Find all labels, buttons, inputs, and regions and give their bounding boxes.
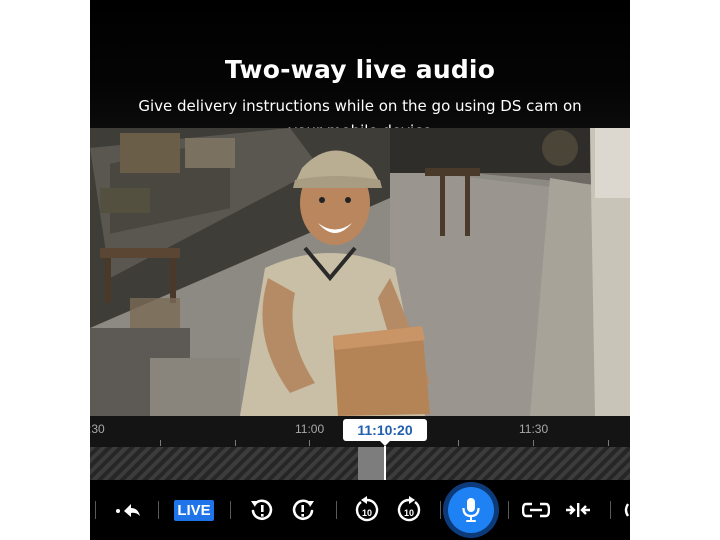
- more-button[interactable]: [622, 495, 630, 525]
- previous-event-button[interactable]: [247, 495, 277, 525]
- divider: [440, 501, 441, 519]
- tick-mark: [309, 440, 310, 446]
- zoom-in-icon: [566, 503, 590, 517]
- tick-mark: [608, 440, 609, 446]
- zoom-out-button[interactable]: [521, 495, 551, 525]
- recorded-segment[interactable]: [358, 447, 385, 480]
- divider: [95, 501, 96, 519]
- more-icon: [624, 503, 630, 517]
- camera-feed-image: [90, 128, 630, 416]
- app-screen: Two-way live audio Give delivery instruc…: [90, 0, 630, 540]
- forward-10-icon: 10: [397, 496, 421, 522]
- divider: [610, 501, 611, 519]
- next-event-button[interactable]: [288, 495, 318, 525]
- divider: [336, 501, 337, 519]
- divider: [230, 501, 231, 519]
- next-event-icon: [292, 499, 314, 521]
- forward-10-button[interactable]: 10: [394, 495, 424, 525]
- tick-label-0: :30: [90, 422, 105, 436]
- rewind-seconds-label: 10: [362, 508, 372, 518]
- zoom-out-icon: [522, 502, 550, 518]
- zoom-in-button[interactable]: [563, 495, 593, 525]
- share-button[interactable]: [113, 495, 143, 525]
- tick-label-1: 11:00: [295, 422, 325, 436]
- tick-mark: [533, 440, 534, 446]
- page-title: Two-way live audio: [224, 55, 496, 84]
- talk-button[interactable]: [443, 482, 499, 538]
- microphone-icon: [462, 498, 480, 522]
- tick-mark: [235, 440, 236, 446]
- share-icon: [116, 504, 140, 517]
- tick-mark: [458, 440, 459, 446]
- current-time-label: 11:10:20: [343, 419, 427, 446]
- tick-mark: [160, 440, 161, 446]
- tick-label-2: 11:30: [519, 422, 549, 436]
- previous-event-icon: [251, 499, 273, 521]
- divider: [508, 501, 509, 519]
- rewind-10-icon: 10: [355, 496, 379, 522]
- playback-controls: LIVE 10 10: [90, 480, 630, 540]
- live-button[interactable]: LIVE: [174, 500, 214, 521]
- divider: [158, 501, 159, 519]
- promo-header: Two-way live audio Give delivery instruc…: [90, 0, 630, 140]
- rewind-10-button[interactable]: 10: [352, 495, 382, 525]
- timeline-playhead[interactable]: [384, 446, 386, 480]
- microphone-button[interactable]: [448, 487, 494, 533]
- live-camera-view[interactable]: [90, 128, 630, 416]
- forward-seconds-label: 10: [404, 508, 414, 518]
